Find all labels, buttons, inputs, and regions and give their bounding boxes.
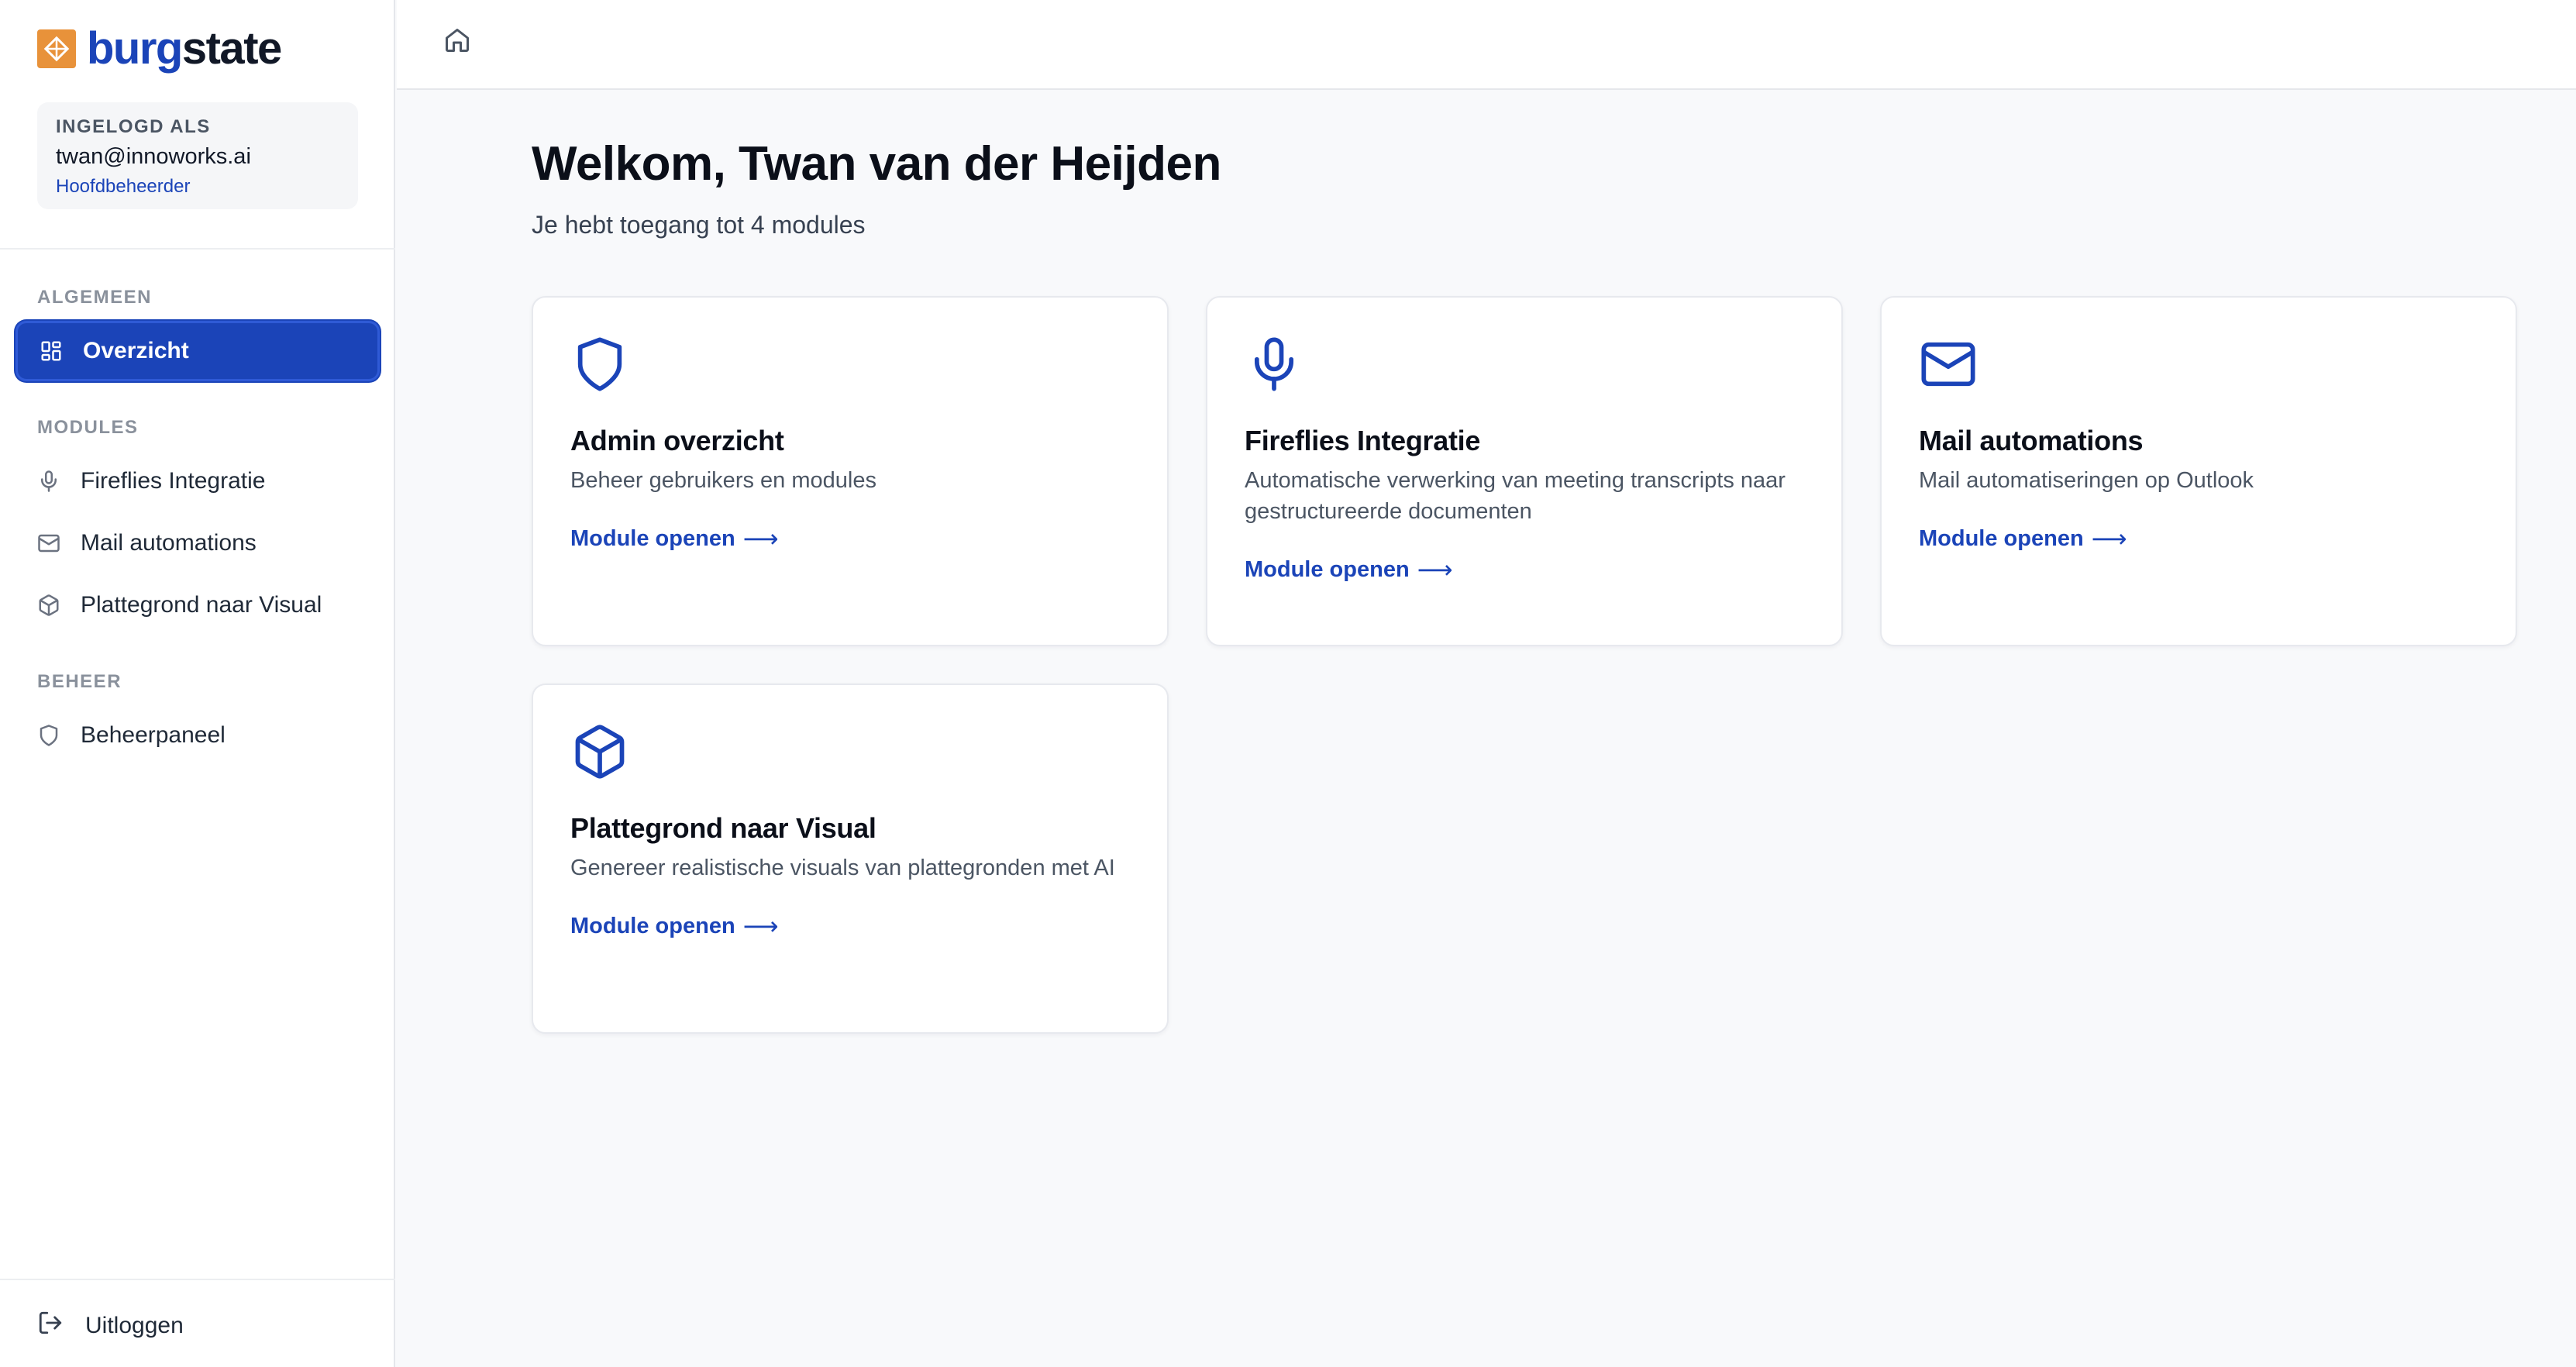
- module-open-label: Module openen: [570, 525, 735, 551]
- arrow-right-icon: ⟶: [742, 912, 779, 940]
- shield-icon: [570, 335, 629, 394]
- module-open-link[interactable]: Module openen ⟶: [570, 524, 779, 553]
- sidebar-item-label: Overzicht: [83, 338, 189, 363]
- arrow-right-icon: ⟶: [1417, 556, 1453, 584]
- section-label-beheer: BEHEER: [37, 671, 122, 692]
- sidebar-item-beheerpaneel[interactable]: Beheerpaneel: [15, 705, 380, 766]
- microphone-icon: [37, 470, 60, 493]
- sidebar-item-plattegrond[interactable]: Plattegrond naar Visual: [15, 575, 380, 635]
- module-card-plattegrond[interactable]: Plattegrond naar Visual Genereer realist…: [532, 684, 1169, 1034]
- module-open-link[interactable]: Module openen ⟶: [570, 911, 779, 941]
- user-caption: INGELOGD ALS: [56, 116, 211, 137]
- sidebar-item-fireflies[interactable]: Fireflies Integratie: [15, 451, 380, 511]
- module-open-label: Module openen: [1245, 556, 1410, 582]
- user-email: twan@innoworks.ai: [56, 144, 251, 169]
- sidebar-item-mail[interactable]: Mail automations: [15, 513, 380, 573]
- brand-name: burgstate: [87, 23, 282, 74]
- card-description: Beheer gebruikers en modules: [570, 468, 876, 493]
- sidebar: burgstate INGELOGD ALS twan@innoworks.ai…: [0, 0, 395, 1367]
- sidebar-item-label: Fireflies Integratie: [81, 468, 266, 494]
- brand-name-part1: burg: [87, 23, 183, 74]
- shield-icon: [37, 724, 60, 747]
- card-title: Admin overzicht: [570, 425, 784, 456]
- card-description: Genereer realistische visuals van platte…: [570, 856, 1115, 880]
- logo-mark-icon: [37, 29, 76, 68]
- mail-icon: [37, 532, 60, 555]
- card-description: Mail automatiseringen op Outlook: [1919, 468, 2254, 493]
- page-subtitle: Je hebt toegang tot 4 modules: [532, 211, 866, 239]
- home-icon[interactable]: [443, 26, 471, 54]
- grid-icon: [40, 339, 63, 363]
- microphone-icon: [1245, 335, 1303, 394]
- logout-label: Uitloggen: [85, 1313, 184, 1338]
- logout-icon: [37, 1310, 64, 1342]
- module-open-link[interactable]: Module openen ⟶: [1245, 555, 1453, 584]
- arrow-right-icon: ⟶: [742, 525, 779, 553]
- section-label-modules: MODULES: [37, 417, 139, 438]
- user-role: Hoofdbeheerder: [56, 176, 191, 197]
- section-label-algemeen: ALGEMEEN: [37, 287, 153, 308]
- module-card-fireflies[interactable]: Fireflies Integratie Automatische verwer…: [1206, 296, 1843, 646]
- sidebar-item-overzicht[interactable]: Overzicht: [15, 321, 380, 381]
- cube-icon: [570, 722, 629, 781]
- page-title: Welkom, Twan van der Heijden: [532, 137, 1221, 191]
- sidebar-item-label: Plattegrond naar Visual: [81, 592, 322, 618]
- mail-icon: [1919, 335, 1978, 394]
- topbar: [397, 0, 2576, 90]
- brand-logo[interactable]: burgstate: [37, 23, 282, 74]
- user-card: INGELOGD ALS twan@innoworks.ai Hoofdbehe…: [37, 102, 358, 209]
- sidebar-divider: [0, 248, 395, 250]
- card-title: Mail automations: [1919, 425, 2144, 456]
- cube-icon: [37, 594, 60, 617]
- module-open-link[interactable]: Module openen ⟶: [1919, 524, 2127, 553]
- logout-button[interactable]: Uitloggen: [37, 1310, 184, 1342]
- card-description: Automatische verwerking van meeting tran…: [1245, 468, 1786, 524]
- card-title: Plattegrond naar Visual: [570, 812, 876, 844]
- brand-name-part2: state: [181, 23, 282, 74]
- sidebar-footer-divider: [0, 1279, 395, 1280]
- sidebar-item-label: Beheerpaneel: [81, 722, 226, 748]
- module-open-label: Module openen: [1919, 525, 2084, 551]
- module-card-admin[interactable]: Admin overzicht Beheer gebruikers en mod…: [532, 296, 1169, 646]
- module-card-mail[interactable]: Mail automations Mail automatiseringen o…: [1880, 296, 2517, 646]
- card-title: Fireflies Integratie: [1245, 425, 1481, 456]
- sidebar-item-label: Mail automations: [81, 530, 257, 556]
- arrow-right-icon: ⟶: [2091, 525, 2127, 553]
- module-open-label: Module openen: [570, 913, 735, 938]
